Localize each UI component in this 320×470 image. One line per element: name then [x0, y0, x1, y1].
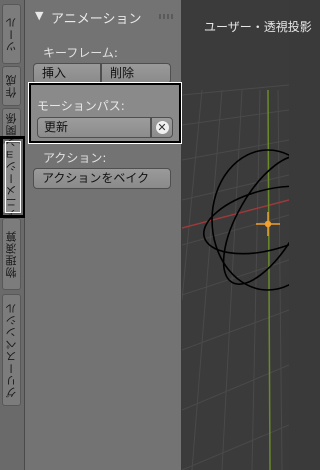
drag-grip-icon[interactable] — [159, 14, 173, 19]
close-icon: ✕ — [155, 121, 169, 134]
tab-tools[interactable]: ツール — [2, 4, 21, 64]
action-label: アクション: — [43, 151, 107, 165]
update-motion-path-button[interactable]: 更新 — [37, 117, 151, 138]
motion-path-label: モーションパス: — [37, 99, 125, 113]
tab-physics[interactable]: 物理演算 — [2, 218, 21, 290]
tab-label: 物理演算 — [5, 230, 18, 278]
panel-header[interactable]: ▼ アニメーション — [25, 0, 181, 32]
tab-label: ツール — [5, 16, 18, 52]
animation-panel: ▼ アニメーション キーフレーム: 挿入 削除 アクション: アクションをベイク — [25, 0, 181, 470]
origin-marker-icon — [256, 212, 280, 236]
tab-label: 関係 — [5, 112, 18, 136]
bake-action-button[interactable]: アクションをベイク — [33, 168, 171, 189]
y-axis-line — [267, 89, 271, 470]
tab-animation[interactable]: アニメーション — [2, 136, 21, 220]
tab-label: アニメーション — [5, 136, 18, 220]
motion-path-section: モーションパス: 更新 ✕ — [28, 82, 182, 144]
tool-shelf-tabs: ツール 作成 関係 アニメーション 物理演算 グリースペンシル — [0, 0, 25, 470]
viewport-scene — [182, 84, 289, 470]
tab-grease-pencil[interactable]: グリースペンシル — [2, 294, 21, 406]
delete-keyframe-button[interactable]: 削除 — [101, 63, 171, 84]
tab-label: 作成 — [5, 74, 18, 98]
panel-title: アニメーション — [51, 12, 142, 27]
3d-viewport[interactable]: ユーザー・透視投影 — [182, 0, 312, 470]
tab-create[interactable]: 作成 — [2, 66, 21, 106]
viewport-title: ユーザー・透視投影 — [204, 20, 312, 34]
insert-keyframe-button[interactable]: 挿入 — [33, 63, 101, 84]
tab-label: グリースペンシル — [5, 302, 18, 398]
clear-motion-path-button[interactable]: ✕ — [151, 117, 173, 138]
keyframes-label: キーフレーム: — [43, 46, 118, 60]
collapse-triangle-icon[interactable]: ▼ — [35, 9, 43, 22]
